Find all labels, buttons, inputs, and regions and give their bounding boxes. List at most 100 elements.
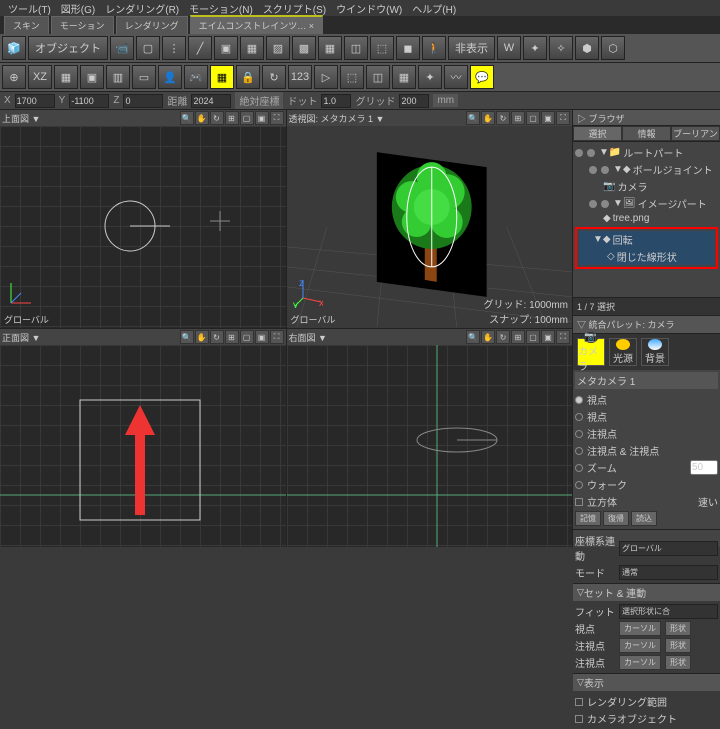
num-icon[interactable]: 123: [288, 65, 312, 89]
tool-a-icon[interactable]: ✦: [523, 36, 547, 60]
tree-item-treepng[interactable]: ◆ tree.png: [575, 212, 718, 225]
display-header[interactable]: ▽ 表示: [573, 674, 720, 691]
face-icon[interactable]: ▣: [214, 36, 238, 60]
cursor-button[interactable]: カーソル: [619, 638, 661, 653]
browser-header[interactable]: ▷ ブラウザ: [573, 110, 720, 126]
vp-icon[interactable]: 🔍: [466, 330, 480, 344]
cube2-icon[interactable]: ◫: [344, 36, 368, 60]
viewport-right[interactable]: 右面図 ▼ 🔍✋↻⊞▢▣⛶: [287, 329, 573, 547]
xz-icon[interactable]: XZ: [28, 65, 52, 89]
tree-item-balljoint[interactable]: ▼◆ ボールジョイント: [575, 161, 718, 178]
viewport-persp-title[interactable]: 透視図: メタカメラ 1 ▼: [289, 112, 385, 125]
vp-icon[interactable]: ⊞: [225, 330, 239, 344]
y-input[interactable]: [69, 94, 109, 108]
vp-icon[interactable]: ⛶: [556, 111, 570, 125]
vp-icon[interactable]: ▢: [526, 330, 540, 344]
grid4-icon[interactable]: ▦: [318, 36, 342, 60]
grid-input[interactable]: [399, 94, 429, 108]
menu-help[interactable]: ヘルプ(H): [408, 0, 460, 18]
object-button[interactable]: オブジェクト: [28, 36, 108, 60]
palette-background[interactable]: 背景: [641, 338, 669, 366]
vp-icon[interactable]: ▣: [255, 111, 269, 125]
sel1-icon[interactable]: ▦: [54, 65, 78, 89]
menu-tool[interactable]: ツール(T): [4, 0, 55, 18]
dot-input[interactable]: [321, 94, 351, 108]
tab-skin[interactable]: スキン: [4, 16, 49, 34]
pick4-icon[interactable]: ✦: [418, 65, 442, 89]
vp-icon[interactable]: 🔍: [466, 111, 480, 125]
browser-tab-select[interactable]: 選択: [573, 126, 622, 141]
scene-tree[interactable]: ▼📁 ルートパート ▼◆ ボールジョイント 📷 カメラ ▼🖼 イメージパート ◆…: [573, 142, 720, 297]
pick3-icon[interactable]: ▦: [392, 65, 416, 89]
solid-icon[interactable]: ◼: [396, 36, 420, 60]
vp-icon[interactable]: ⛶: [270, 330, 284, 344]
viewport-front-title[interactable]: 正面図 ▼: [2, 331, 40, 344]
tab-aim-constraints[interactable]: エイムコンストレインツ… ×: [190, 15, 323, 34]
viewport-top[interactable]: 上面図 ▼ 🔍✋↻⊞▢▣⛶ グローバル: [0, 110, 286, 328]
vp-icon[interactable]: ✋: [481, 330, 495, 344]
opt-target[interactable]: 注視点: [575, 425, 718, 442]
vertex-icon[interactable]: ⋮: [162, 36, 186, 60]
tool-d-icon[interactable]: ⬡: [601, 36, 625, 60]
tool-b-icon[interactable]: ✧: [549, 36, 573, 60]
opt-walk[interactable]: ウォーク: [575, 476, 718, 493]
tree-item-root[interactable]: ▼📁 ルートパート: [575, 144, 718, 161]
menu-render[interactable]: レンダリング(R): [101, 0, 183, 18]
sel3-icon[interactable]: ▥: [106, 65, 130, 89]
vp-icon[interactable]: ↻: [496, 330, 510, 344]
vr-icon[interactable]: 🎮: [184, 65, 208, 89]
tree-item-rotation[interactable]: ▼◆ 回転: [579, 231, 714, 248]
vp-icon[interactable]: ↻: [210, 330, 224, 344]
vp-icon[interactable]: ⛶: [270, 111, 284, 125]
opt-zoom[interactable]: ズーム: [575, 459, 718, 476]
tool-c-icon[interactable]: ⬢: [575, 36, 599, 60]
fit-select[interactable]: 選択形状に合: [619, 604, 718, 619]
pick1-icon[interactable]: ⬚: [340, 65, 364, 89]
tab-rendering[interactable]: レンダリング: [116, 16, 188, 34]
vp-icon[interactable]: ▢: [240, 111, 254, 125]
play-icon[interactable]: ▷: [314, 65, 338, 89]
camera-icon[interactable]: 📹: [110, 36, 134, 60]
head-icon[interactable]: 👤: [158, 65, 182, 89]
snap-toggle-icon[interactable]: ▦: [210, 65, 234, 89]
render-range-check[interactable]: レンダリング範囲: [575, 693, 718, 710]
browser-tab-info[interactable]: 情報: [622, 126, 671, 141]
curve-icon[interactable]: 〰: [444, 65, 468, 89]
edge-icon[interactable]: ╱: [188, 36, 212, 60]
vp-icon[interactable]: ✋: [481, 111, 495, 125]
wire-icon[interactable]: ⬚: [370, 36, 394, 60]
cube-icon[interactable]: 🧊: [2, 36, 26, 60]
pick2-icon[interactable]: ◫: [366, 65, 390, 89]
x-input[interactable]: [15, 94, 55, 108]
memory-button[interactable]: 記憶: [575, 511, 601, 526]
vp-icon[interactable]: ⛶: [556, 330, 570, 344]
select-icon[interactable]: ▢: [136, 36, 160, 60]
xyz-icon[interactable]: ⊕: [2, 65, 26, 89]
vp-icon[interactable]: ✋: [195, 330, 209, 344]
opt-target2[interactable]: 注視点 & 注視点: [575, 442, 718, 459]
chat-toggle-icon[interactable]: 💬: [470, 65, 494, 89]
zoom-input[interactable]: [690, 460, 718, 475]
grid2-icon[interactable]: ▨: [266, 36, 290, 60]
z-input[interactable]: [123, 94, 163, 108]
setmove-header[interactable]: ▽ セット & 連動: [573, 584, 720, 601]
vp-icon[interactable]: ▣: [541, 330, 555, 344]
tool-w-icon[interactable]: W: [497, 36, 521, 60]
vp-icon[interactable]: ✋: [195, 111, 209, 125]
coord-link-select[interactable]: グローバル: [619, 541, 718, 556]
viewport-perspective[interactable]: 透視図: メタカメラ 1 ▼ 🔍✋↻⊞▢▣⛶: [287, 110, 573, 328]
rect-icon[interactable]: ▭: [132, 65, 156, 89]
sel2-icon[interactable]: ▣: [80, 65, 104, 89]
tab-motion[interactable]: モーション: [51, 16, 114, 34]
grid3-icon[interactable]: ▩: [292, 36, 316, 60]
unit-label[interactable]: mm: [433, 94, 458, 107]
hide-button[interactable]: 非表示: [448, 36, 495, 60]
shape-button[interactable]: 形状: [665, 638, 691, 653]
restore-button[interactable]: 復帰: [603, 511, 629, 526]
palette-camera[interactable]: 📷カメラ: [577, 338, 605, 366]
vp-icon[interactable]: ↻: [210, 111, 224, 125]
shape-button[interactable]: 形状: [665, 621, 691, 636]
vp-icon[interactable]: ↻: [496, 111, 510, 125]
shape-button[interactable]: 形状: [665, 655, 691, 670]
grid1-icon[interactable]: ▦: [240, 36, 264, 60]
